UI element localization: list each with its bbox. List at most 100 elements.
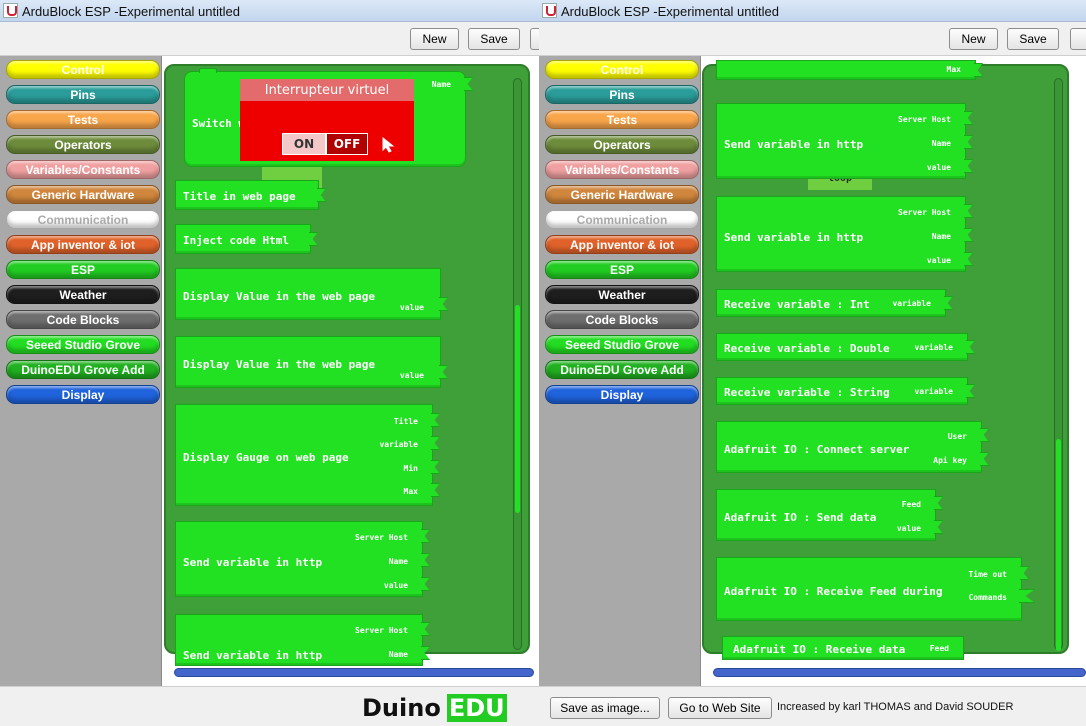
input-socket[interactable] xyxy=(964,111,973,125)
scrollbar-thumb[interactable] xyxy=(515,305,520,513)
input-socket[interactable] xyxy=(431,436,440,450)
title-in-web-page-block[interactable]: Title in web page xyxy=(175,180,326,210)
vertical-scrollbar[interactable] xyxy=(513,78,522,650)
input-socket[interactable] xyxy=(1020,566,1029,580)
input-socket[interactable] xyxy=(421,577,430,591)
switch-web-page-block[interactable]: Switch web page Name Interrupteur virtue… xyxy=(184,68,473,167)
category-seeed-studio-grove[interactable]: Seeed Studio Grove xyxy=(6,335,160,354)
display-gauge-block[interactable]: Display Gauge on web page Title variable… xyxy=(175,404,440,506)
off-toggle[interactable]: OFF xyxy=(326,133,368,155)
category-app-inventor-iot[interactable]: App inventor & iot xyxy=(6,235,160,254)
save-button[interactable]: Save xyxy=(1007,28,1059,50)
input-socket[interactable] xyxy=(966,340,975,354)
category-duinoedu-grove-add[interactable]: DuinoEDU Grove Add xyxy=(545,360,699,379)
send-variable-http-block[interactable]: Send variable in http Server Host Name v… xyxy=(716,103,973,179)
overflow-button[interactable] xyxy=(530,28,539,50)
input-socket[interactable] xyxy=(964,228,973,242)
input-socket[interactable] xyxy=(934,496,943,510)
go-to-web-site-button[interactable]: Go to Web Site xyxy=(668,697,772,719)
on-toggle[interactable]: ON xyxy=(282,133,326,155)
send-variable-http-block[interactable]: Send variable in http Server Host Name v… xyxy=(175,521,430,597)
input-socket[interactable] xyxy=(464,77,473,91)
category-communication[interactable]: Communication xyxy=(545,210,699,229)
input-socket[interactable] xyxy=(421,553,430,567)
save-button[interactable]: Save xyxy=(468,28,520,50)
category-control[interactable]: Control xyxy=(6,60,160,79)
adafruit-receive-feed-during-block[interactable]: Adafruit IO : Receive Feed during Time o… xyxy=(716,557,1035,621)
new-button[interactable]: New xyxy=(949,28,998,50)
category-weather[interactable]: Weather xyxy=(545,285,699,304)
partial-block[interactable]: Max xyxy=(716,60,983,80)
category-tests[interactable]: Tests xyxy=(545,110,699,129)
category-pins[interactable]: Pins xyxy=(6,85,160,104)
display-value-web-page-block[interactable]: Display Value in the web page value xyxy=(175,268,448,320)
save-as-image-button[interactable]: Save as image... xyxy=(550,697,660,719)
input-socket[interactable] xyxy=(966,384,975,398)
category-duinoedu-grove-add[interactable]: DuinoEDU Grove Add xyxy=(6,360,160,379)
input-socket[interactable] xyxy=(439,365,448,379)
category-weather[interactable]: Weather xyxy=(6,285,160,304)
category-pins[interactable]: Pins xyxy=(545,85,699,104)
category-display[interactable]: Display xyxy=(545,385,699,404)
input-socket[interactable] xyxy=(309,232,318,246)
input-socket[interactable] xyxy=(964,159,973,173)
category-generic-hardware[interactable]: Generic Hardware xyxy=(545,185,699,204)
adafruit-send-data-block[interactable]: Adafruit IO : Send data Feed value xyxy=(716,489,943,541)
horizontal-scrollbar[interactable] xyxy=(174,668,534,677)
input-socket[interactable] xyxy=(421,529,430,543)
socket-label-max: Max xyxy=(403,487,418,496)
block-canvas[interactable]: loop Switch web page Name Interrupteur v… xyxy=(162,56,539,686)
input-socket[interactable] xyxy=(421,646,430,660)
category-variables-constants[interactable]: Variables/Constants xyxy=(6,160,160,179)
title-bar[interactable]: ArduBlock ESP -Experimental untitled xyxy=(539,0,1086,22)
input-socket[interactable] xyxy=(980,428,989,442)
category-control[interactable]: Control xyxy=(545,60,699,79)
input-socket[interactable] xyxy=(431,460,440,474)
input-socket[interactable] xyxy=(974,63,983,77)
input-socket[interactable] xyxy=(934,520,943,534)
category-code-blocks[interactable]: Code Blocks xyxy=(6,310,160,329)
block-canvas[interactable]: loop Max Send variable in http Server Ho… xyxy=(701,56,1086,686)
block-drawer[interactable]: loop Max Send variable in http Server Ho… xyxy=(702,60,1069,660)
input-socket[interactable] xyxy=(964,252,973,266)
vertical-scrollbar[interactable] xyxy=(1054,78,1063,651)
category-display[interactable]: Display xyxy=(6,385,160,404)
receive-variable-double-block[interactable]: Receive variable : Double variable xyxy=(716,333,975,361)
display-value-web-page-block[interactable]: Display Value in the web page value xyxy=(175,336,448,388)
receive-variable-string-block[interactable]: Receive variable : String variable xyxy=(716,377,975,405)
category-variables-constants[interactable]: Variables/Constants xyxy=(545,160,699,179)
input-socket[interactable] xyxy=(421,622,430,636)
block-drawer[interactable]: loop Switch web page Name Interrupteur v… xyxy=(164,64,530,666)
category-generic-hardware[interactable]: Generic Hardware xyxy=(6,185,160,204)
category-code-blocks[interactable]: Code Blocks xyxy=(545,310,699,329)
new-button[interactable]: New xyxy=(410,28,459,50)
horizontal-scrollbar[interactable] xyxy=(713,668,1086,677)
block-label: Display Value in the web page xyxy=(183,290,376,303)
adafruit-receive-data-block[interactable]: Adafruit IO : Receive data Feed xyxy=(722,636,964,660)
scrollbar-thumb[interactable] xyxy=(1056,439,1061,651)
category-esp[interactable]: ESP xyxy=(6,260,160,279)
inject-code-html-block[interactable]: Inject code Html xyxy=(175,224,318,254)
category-operators[interactable]: Operators xyxy=(545,135,699,154)
input-socket[interactable] xyxy=(317,188,326,202)
title-bar[interactable]: ArduBlock ESP -Experimental untitled xyxy=(0,0,539,22)
adafruit-connect-server-block[interactable]: Adafruit IO : Connect server User Api ke… xyxy=(716,421,989,473)
input-socket[interactable] xyxy=(431,483,440,497)
input-socket[interactable] xyxy=(964,204,973,218)
command-socket[interactable] xyxy=(1019,589,1035,603)
category-communication[interactable]: Communication xyxy=(6,210,160,229)
category-esp[interactable]: ESP xyxy=(545,260,699,279)
send-variable-http-block[interactable]: Send variable in http Server Host Name v… xyxy=(716,196,973,272)
category-operators[interactable]: Operators xyxy=(6,135,160,154)
send-variable-http-block[interactable]: Send variable in http Server Host Name xyxy=(175,614,430,666)
category-seeed-studio-grove[interactable]: Seeed Studio Grove xyxy=(545,335,699,354)
input-socket[interactable] xyxy=(964,135,973,149)
overflow-button[interactable] xyxy=(1070,28,1086,50)
input-socket[interactable] xyxy=(944,296,953,310)
input-socket[interactable] xyxy=(980,452,989,466)
category-tests[interactable]: Tests xyxy=(6,110,160,129)
category-app-inventor-iot[interactable]: App inventor & iot xyxy=(545,235,699,254)
input-socket[interactable] xyxy=(431,413,440,427)
input-socket[interactable] xyxy=(439,297,448,311)
receive-variable-int-block[interactable]: Receive variable : Int variable xyxy=(716,289,953,317)
